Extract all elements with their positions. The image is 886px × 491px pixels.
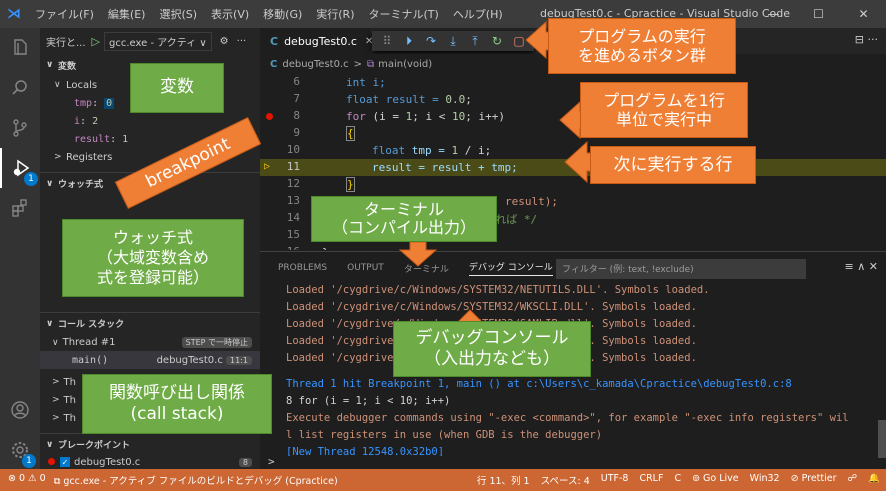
arrow-to-terminal-tab [398,241,438,267]
annotation-next-line: 次に実行する行 [590,146,756,184]
annotation-terminal: ターミナル （コンパイル出力） [311,196,497,242]
annotation-variables: 変数 [130,63,224,113]
annotation-debug-console: デバッグコンソール （入出力なども） [393,321,591,377]
annotation-step-one: プログラムを1行 単位で実行中 [580,82,748,138]
annotation-watch: ウォッチ式 （大域変数含め 式を登録可能） [62,219,244,297]
annotation-program-buttons: プログラムの実行 を進めるボタン群 [548,18,736,74]
annotation-call-stack: 関数呼び出し関係 (call stack) [82,374,272,434]
